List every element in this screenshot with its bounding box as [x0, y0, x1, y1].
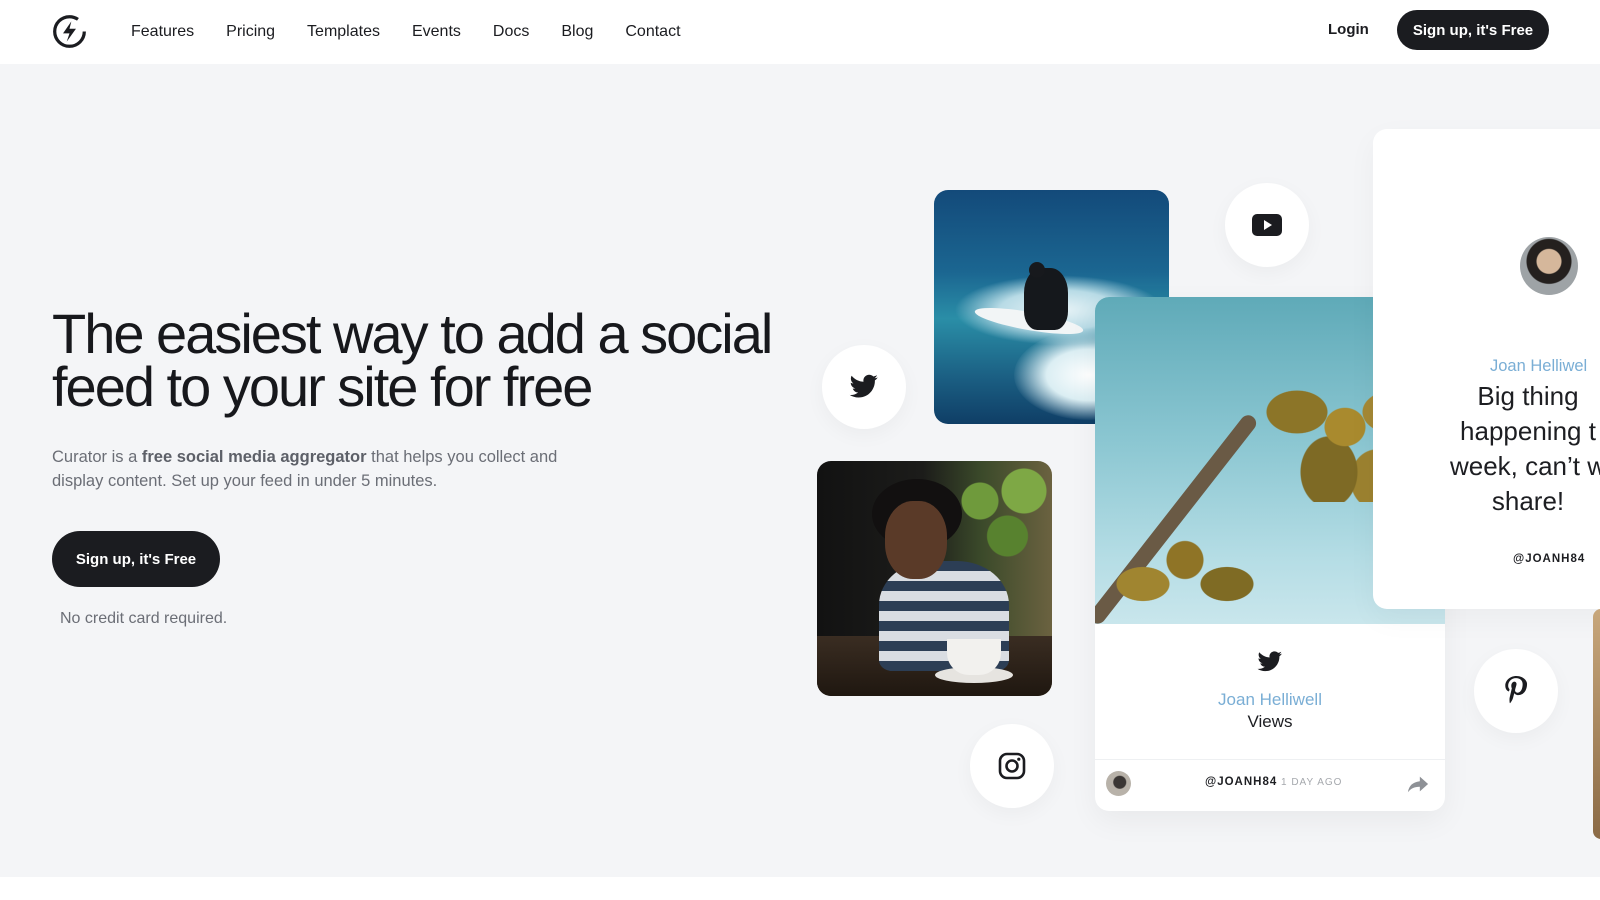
post-handle[interactable]: @JOANH84 [1205, 776, 1277, 788]
signup-button-hero[interactable]: Sign up, it's Free [52, 531, 220, 587]
twitter-bubble[interactable] [822, 345, 906, 429]
no-credit-card-note: No credit card required. [60, 610, 228, 627]
site-header: Features Pricing Templates Events Docs B… [0, 0, 1600, 64]
twitter-icon [1257, 651, 1282, 672]
logo-icon[interactable] [51, 13, 88, 50]
woman-coffee-photo [817, 461, 1052, 696]
post-author-name[interactable]: Joan Helliwel [1490, 357, 1587, 376]
hero-section: The easiest way to add a social feed to … [0, 64, 1600, 877]
post-author-name[interactable]: Joan Helliwell [1095, 690, 1445, 710]
youtube-icon [1252, 214, 1282, 236]
login-link[interactable]: Login [1328, 21, 1369, 38]
avatar[interactable] [1106, 771, 1131, 796]
twitter-icon [849, 374, 878, 398]
post-timestamp: 1 DAY AGO [1281, 777, 1343, 788]
nav-templates[interactable]: Templates [307, 23, 380, 41]
nav-contact[interactable]: Contact [625, 23, 680, 41]
avatar[interactable] [1520, 237, 1578, 295]
nav-blog[interactable]: Blog [561, 23, 593, 41]
post-text: Big thing happening t week, can’t w shar… [1449, 381, 1600, 516]
nav-events[interactable]: Events [412, 23, 461, 41]
instagram-icon [998, 752, 1026, 780]
nav-pricing[interactable]: Pricing [226, 23, 275, 41]
post-footer: @JOANH84 1 DAY AGO [1095, 759, 1445, 811]
page-bottom [0, 877, 1600, 900]
nav-features[interactable]: Features [131, 23, 194, 41]
youtube-bubble[interactable] [1225, 183, 1309, 267]
surfer-shape [1024, 268, 1068, 330]
face-shape [885, 501, 947, 579]
subtext-prefix: Curator is a [52, 448, 142, 466]
post-handle[interactable]: @JOANH84 [1513, 553, 1585, 565]
text-post-card[interactable]: Joan Helliwel Big thing happening t week… [1373, 129, 1600, 609]
instagram-bubble[interactable] [970, 724, 1054, 808]
subtext-bold: free social media aggregator [141, 448, 367, 466]
share-icon[interactable] [1407, 774, 1429, 794]
hero-headline: The easiest way to add a social feed to … [52, 302, 773, 418]
pinterest-bubble[interactable] [1474, 649, 1558, 733]
pinterest-icon [1505, 676, 1528, 704]
nav-docs[interactable]: Docs [493, 23, 529, 41]
signup-button-header[interactable]: Sign up, it's Free [1397, 10, 1549, 50]
surfer-head-shape [1029, 262, 1045, 278]
partial-photo [1593, 609, 1600, 839]
cup-shape [947, 639, 1001, 675]
plants-shape [947, 461, 1052, 561]
post-text: Views [1247, 712, 1293, 731]
palm-fronds-small-shape [1115, 512, 1255, 624]
hero-subtext: Curator is a free social media aggregato… [52, 445, 612, 493]
main-nav: Features Pricing Templates Events Docs B… [131, 0, 713, 64]
